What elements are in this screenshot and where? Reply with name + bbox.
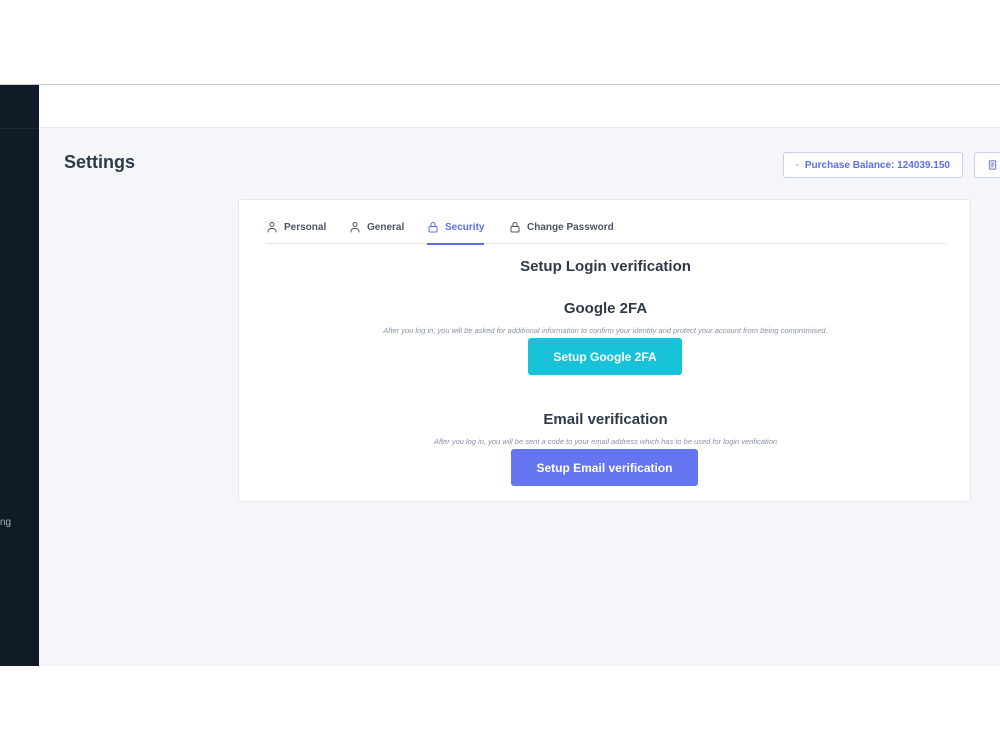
page-title: Settings [64, 152, 136, 172]
google-2fa-description: After you log in, you will be asked for … [383, 326, 828, 335]
tab-security[interactable]: Security [427, 210, 485, 245]
sidebar-item-label[interactable]: ng [0, 517, 11, 528]
email-verification-title: Email verification [543, 411, 668, 428]
tab-personal-label: Personal [284, 221, 327, 233]
purchase-balance-button[interactable]: Purchase Balance: 124039.150 [783, 152, 963, 178]
sidebar-header [0, 85, 39, 129]
settings-tabs: Personal General Security Change Passwor… [266, 210, 946, 245]
google-2fa-title: Google 2FA [563, 300, 648, 317]
lock-icon [428, 222, 438, 233]
cloud-download-icon [796, 163, 799, 167]
top-bar [39, 85, 1000, 128]
email-verification-description: After you log in, you will be sent a cod… [433, 437, 778, 446]
purchase-balance-label: Purchase Balance: 124039.150 [804, 159, 950, 171]
security-heading: Setup Login verification [520, 258, 691, 275]
setup-google-2fa-button[interactable]: Setup Google 2FA [528, 338, 682, 375]
statement-button[interactable] [974, 152, 1000, 178]
sidebar: ng [0, 85, 39, 666]
tab-general[interactable]: General [349, 210, 404, 244]
user-icon [350, 222, 360, 233]
tab-change-password-label: Change Password [527, 221, 614, 233]
setup-email-verification-button[interactable]: Setup Email verification [511, 449, 698, 486]
settings-card: Personal General Security Change Passwor… [238, 199, 971, 502]
tab-change-password[interactable]: Change Password [509, 210, 614, 244]
tab-personal[interactable]: Personal [266, 210, 326, 244]
main-content: Settings Purchase Balance: 124039.150 Pe… [39, 128, 1000, 666]
lock-icon [510, 222, 520, 233]
document-icon [988, 160, 997, 170]
tab-security-label: Security [445, 221, 485, 233]
tab-general-label: General [367, 221, 405, 233]
user-icon [267, 222, 277, 233]
